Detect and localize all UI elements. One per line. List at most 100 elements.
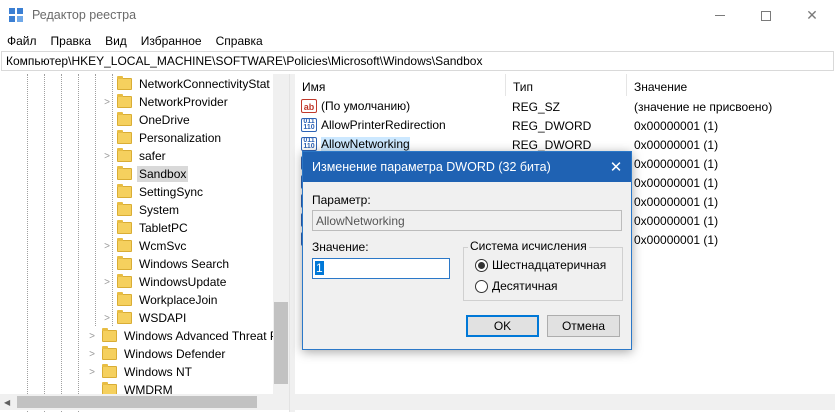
minimize-icon: [715, 15, 725, 16]
close-icon: ✕: [806, 7, 818, 23]
chevron-right-icon[interactable]: >: [102, 97, 112, 108]
window-title: Редактор реестра: [32, 8, 137, 22]
column-header-type[interactable]: Тип: [506, 74, 627, 96]
column-header-value[interactable]: Значение: [627, 74, 835, 96]
folder-icon: [117, 112, 132, 126]
scroll-left-icon[interactable]: ◀: [4, 398, 10, 407]
tree-item-label: WSDAPI: [139, 311, 187, 325]
tree-item[interactable]: > WindowsUpdate: [102, 273, 228, 291]
tree-item-label: Sandbox: [137, 166, 189, 182]
list-horizontal-scrollbar[interactable]: [295, 394, 835, 410]
tree-item-label: Windows Defender: [124, 347, 226, 361]
folder-icon: [117, 202, 132, 216]
value-data-cell: 0x00000001 (1): [634, 233, 719, 247]
value-input-text: 1: [315, 261, 324, 275]
maximize-button[interactable]: [743, 0, 789, 31]
tree-item-label: safer: [139, 149, 166, 163]
tree-item[interactable]: > Windows Defender: [87, 345, 227, 363]
tree-item[interactable]: Windows Search: [102, 255, 231, 273]
tree-item[interactable]: System: [102, 201, 181, 219]
menu-bar: Файл Правка Вид Избранное Справка: [0, 31, 835, 51]
value-label: Значение:: [312, 240, 369, 254]
menu-help[interactable]: Справка: [209, 31, 270, 51]
param-name-field: AllowNetworking: [312, 210, 622, 231]
chevron-right-icon[interactable]: >: [87, 367, 97, 378]
minimize-button[interactable]: [697, 0, 743, 31]
radio-dec-icon[interactable]: [475, 279, 488, 293]
folder-icon: [117, 76, 132, 90]
value-data-cell: 0x00000001 (1): [634, 119, 719, 133]
tree-item[interactable]: > WcmSvc: [102, 237, 188, 255]
binary-value-icon: 011110: [301, 118, 317, 132]
value-data-cell: 0x00000001 (1): [634, 176, 719, 190]
registry-editor-icon: [9, 8, 24, 23]
tree-item-label: Windows Advanced Threat P: [124, 329, 278, 343]
radio-dec-label: Десятичная: [492, 279, 558, 293]
tree-item[interactable]: > Windows NT: [87, 363, 194, 381]
chevron-right-icon[interactable]: >: [102, 241, 112, 252]
chevron-right-icon[interactable]: >: [87, 331, 97, 342]
tree-item[interactable]: SettingSync: [102, 183, 205, 201]
radio-hex-icon[interactable]: [475, 258, 488, 272]
tree-item[interactable]: Sandbox: [102, 165, 189, 183]
folder-icon: [117, 310, 132, 324]
tree-item-label: Personalization: [139, 131, 222, 145]
chevron-right-icon[interactable]: >: [102, 277, 112, 288]
param-label: Параметр:: [312, 193, 371, 207]
radio-dec[interactable]: Десятичная: [475, 279, 558, 293]
folder-icon: [117, 130, 132, 144]
menu-favorites[interactable]: Избранное: [134, 31, 209, 51]
tree-guide-line: [27, 74, 28, 412]
tree-item[interactable]: > NetworkProvider: [102, 93, 230, 111]
title-bar: Редактор реестра ✕: [0, 0, 835, 31]
value-data-cell: (значение не присвоено): [634, 100, 773, 114]
tree-item[interactable]: > Windows Advanced Threat P: [87, 327, 280, 345]
tree-item[interactable]: > safer: [102, 147, 168, 165]
dialog-close-button[interactable]: ✕: [601, 152, 631, 182]
tree-item-label: TabletPC: [139, 221, 188, 235]
value-type-cell: REG_SZ: [512, 100, 561, 114]
tree-item[interactable]: NetworkConnectivityStat: [102, 75, 272, 93]
tree-item-label: Windows Search: [139, 257, 230, 271]
column-header-name[interactable]: Имя: [295, 74, 506, 96]
value-type-cell: REG_DWORD: [512, 138, 592, 152]
tree-item[interactable]: > WSDAPI: [102, 309, 188, 327]
value-data-cell: 0x00000001 (1): [634, 195, 719, 209]
tree-item[interactable]: WorkplaceJoin: [102, 291, 219, 309]
value-name-cell: 011 110 AllowNetworking: [301, 137, 410, 151]
value-input[interactable]: 1: [312, 258, 450, 279]
list-item[interactable]: ab (По умолчанию) REG_SZ (значение не присв…: [295, 97, 835, 116]
folder-icon: [117, 274, 132, 288]
cancel-button[interactable]: Отмена: [547, 315, 620, 337]
folder-icon: [117, 238, 132, 252]
base-group-label: Система исчисления: [468, 239, 589, 253]
menu-file[interactable]: Файл: [0, 31, 44, 51]
value-data-cell: 0x00000001 (1): [634, 157, 719, 171]
menu-edit[interactable]: Правка: [44, 31, 99, 51]
tree-pane[interactable]: NetworkConnectivityStat > NetworkProvider O…: [0, 74, 289, 412]
ok-button[interactable]: OK: [466, 315, 539, 337]
tree-item[interactable]: TabletPC: [102, 219, 190, 237]
tree-item[interactable]: Personalization: [102, 129, 223, 147]
chevron-right-icon[interactable]: >: [87, 349, 97, 360]
chevron-right-icon[interactable]: >: [102, 151, 112, 162]
value-name-text: AllowPrinterRedirection: [321, 118, 446, 132]
tree-item-label: OneDrive: [139, 113, 190, 127]
chevron-right-icon[interactable]: >: [102, 313, 112, 324]
close-icon: ✕: [609, 159, 623, 176]
folder-icon: [102, 346, 117, 360]
menu-view[interactable]: Вид: [98, 31, 134, 51]
tree-item[interactable]: OneDrive: [102, 111, 192, 129]
radio-hex-label: Шестнадцатеричная: [492, 258, 607, 272]
value-name-text: AllowNetworking: [321, 137, 410, 151]
tree-vertical-scroll-thumb[interactable]: [274, 302, 288, 384]
list-item[interactable]: 011 110 AllowPrinterRedirection REG_DWORD 0x…: [295, 116, 835, 135]
close-button[interactable]: ✕: [789, 0, 835, 31]
address-bar[interactable]: Компьютер\HKEY_LOCAL_MACHINE\SOFTWARE\Po…: [1, 51, 834, 71]
folder-icon: [117, 220, 132, 234]
maximize-icon: [761, 10, 771, 21]
tree-item-label: NetworkConnectivityStat: [139, 77, 270, 91]
tree-horizontal-scroll-thumb[interactable]: [17, 396, 257, 408]
radio-hex[interactable]: Шестнадцатеричная: [475, 258, 606, 272]
folder-icon: [102, 328, 117, 342]
